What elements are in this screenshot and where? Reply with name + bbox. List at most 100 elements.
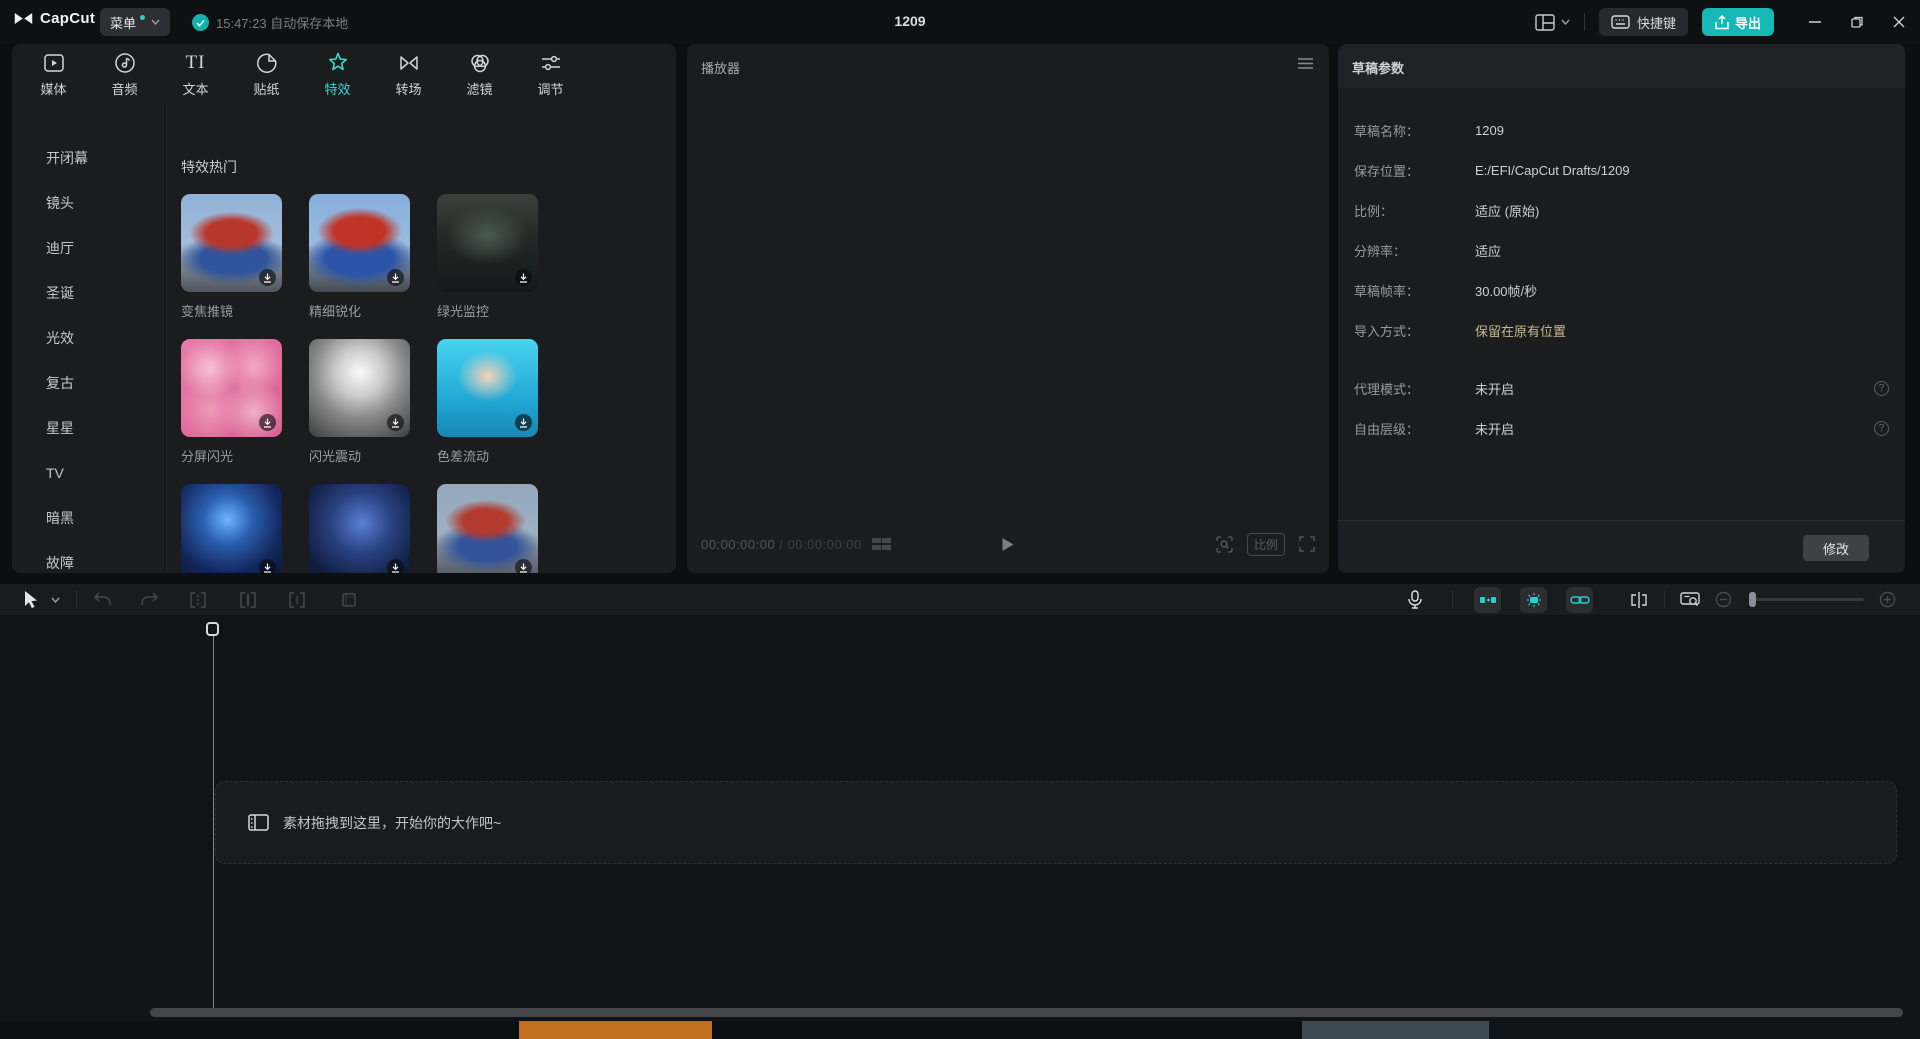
param-value: 适应: [1475, 241, 1501, 260]
player-header: 播放器: [687, 44, 1329, 88]
param-value: 30.00帧/秒: [1475, 281, 1537, 300]
effect-card[interactable]: 变焦推镜: [181, 194, 282, 339]
category-item[interactable]: 故障: [12, 541, 164, 573]
select-tool-icon[interactable]: [18, 584, 44, 615]
category-item[interactable]: 迪厅: [12, 226, 164, 271]
playhead-line[interactable]: [213, 625, 214, 1008]
category-item[interactable]: 复古: [12, 361, 164, 406]
category-item[interactable]: 镜头: [12, 181, 164, 226]
tab-sticker[interactable]: 贴纸: [231, 44, 302, 104]
close-button[interactable]: [1878, 0, 1920, 44]
crop-icon[interactable]: [337, 584, 361, 615]
modify-button[interactable]: 修改: [1803, 535, 1869, 561]
timeline-zoom-slider[interactable]: [1752, 598, 1864, 601]
tab-text[interactable]: TI 文本: [160, 44, 231, 104]
zoom-out-icon[interactable]: [1712, 584, 1734, 615]
help-icon[interactable]: ?: [1874, 421, 1889, 436]
download-icon[interactable]: [259, 559, 276, 573]
timeline-fit-icon[interactable]: [1676, 584, 1704, 615]
preview-axis-icon[interactable]: [1626, 584, 1652, 615]
effect-thumbnail[interactable]: [309, 339, 410, 437]
minimize-button[interactable]: [1794, 0, 1836, 44]
effect-card[interactable]: 闪光震动: [309, 339, 410, 484]
layout-panels-icon[interactable]: [1535, 14, 1555, 31]
tab-adjust[interactable]: 调节: [515, 44, 586, 104]
category-item[interactable]: 暗黑: [12, 496, 164, 541]
category-item[interactable]: TV: [12, 451, 164, 496]
timeline-area[interactable]: 素材拖拽到这里，开始你的大作吧~: [0, 615, 1920, 1021]
layout-chevron-icon[interactable]: [1561, 19, 1570, 25]
frame-preview-icon[interactable]: [872, 537, 892, 551]
category-item[interactable]: 光效: [12, 316, 164, 361]
category-item[interactable]: 星星: [12, 406, 164, 451]
zoom-slider-handle[interactable]: [1749, 592, 1756, 607]
category-item[interactable]: 圣诞: [12, 271, 164, 316]
download-icon[interactable]: [515, 269, 532, 286]
effect-thumbnail[interactable]: [181, 339, 282, 437]
effect-card[interactable]: 色差流动: [437, 339, 538, 484]
player-panel: 播放器 00:00:00:00 / 00:00:00:00 比例: [687, 44, 1329, 573]
app-name: CapCut: [40, 10, 95, 27]
effect-thumbnail[interactable]: [309, 194, 410, 292]
fullscreen-icon[interactable]: [1299, 536, 1315, 552]
download-icon[interactable]: [259, 414, 276, 431]
autosave-status: 15:47:23 自动保存本地: [192, 13, 348, 32]
param-label: 草稿名称：: [1338, 121, 1475, 140]
play-button[interactable]: [1002, 537, 1015, 552]
effect-thumbnail[interactable]: [181, 194, 282, 292]
split-icon[interactable]: [186, 584, 210, 615]
zoom-fit-icon[interactable]: [1216, 536, 1233, 553]
tab-audio[interactable]: 音频: [89, 44, 160, 104]
link-clips-toggle[interactable]: [1566, 587, 1593, 613]
effects-grid: 变焦推镜 精细锐化 绿光监控: [181, 194, 538, 573]
select-tool-chevron-icon[interactable]: [47, 584, 63, 615]
download-icon[interactable]: [515, 559, 532, 573]
param-row-freelayer: 自由层级： 未开启 ?: [1338, 408, 1905, 448]
effect-thumbnail[interactable]: [437, 484, 538, 573]
download-icon[interactable]: [387, 559, 404, 573]
effect-thumbnail[interactable]: [437, 194, 538, 292]
tab-media[interactable]: 媒体: [18, 44, 89, 104]
effect-thumbnail[interactable]: [181, 484, 282, 573]
tab-filter[interactable]: 滤镜: [444, 44, 515, 104]
record-audio-icon[interactable]: [1402, 584, 1428, 615]
menu-button[interactable]: 菜单: [100, 8, 170, 36]
category-item[interactable]: 开闭幕: [12, 136, 164, 181]
delete-left-icon[interactable]: [236, 584, 260, 615]
linkage-toggle[interactable]: [1520, 587, 1547, 613]
export-button[interactable]: 导出: [1702, 8, 1774, 36]
tab-transition[interactable]: 转场: [373, 44, 444, 104]
playhead-handle[interactable]: [206, 622, 219, 636]
download-icon[interactable]: [387, 269, 404, 286]
param-label: 自由层级：: [1338, 419, 1475, 438]
auto-snap-toggle[interactable]: [1474, 587, 1501, 613]
effect-thumbnail[interactable]: [437, 339, 538, 437]
help-icon[interactable]: ?: [1874, 381, 1889, 396]
timeline-horizontal-scrollbar[interactable]: [150, 1008, 1903, 1017]
shortcuts-button[interactable]: 快捷键: [1599, 8, 1688, 36]
player-menu-icon[interactable]: [1298, 58, 1313, 69]
effect-card[interactable]: 表面模糊: [437, 484, 538, 573]
zoom-in-icon[interactable]: [1876, 584, 1898, 615]
effect-thumbnail[interactable]: [309, 484, 410, 573]
download-icon[interactable]: [515, 414, 532, 431]
redo-icon[interactable]: [138, 584, 162, 615]
undo-icon[interactable]: [90, 584, 114, 615]
download-icon[interactable]: [387, 414, 404, 431]
media-drop-zone[interactable]: 素材拖拽到这里，开始你的大作吧~: [215, 781, 1897, 864]
param-value: E:/EFI/CapCut Drafts/1209: [1475, 163, 1630, 178]
delete-right-icon[interactable]: [285, 584, 309, 615]
ratio-button[interactable]: 比例: [1247, 533, 1285, 556]
effect-card[interactable]: 绿光监控: [437, 194, 538, 339]
effect-card[interactable]: 精细锐化: [309, 194, 410, 339]
effect-card[interactable]: 光谱扫描: [309, 484, 410, 573]
autosave-text: 15:47:23 自动保存本地: [216, 13, 348, 32]
timeline-toolbar: [0, 584, 1920, 615]
restore-button[interactable]: [1836, 0, 1878, 44]
effect-card[interactable]: 蓝光扫描: [181, 484, 282, 573]
effect-card[interactable]: 分屏闪光: [181, 339, 282, 484]
tab-effects[interactable]: 特效: [302, 44, 373, 104]
draft-params-panel: 草稿参数 草稿名称： 1209 保存位置： E:/EFI/CapCut Draf…: [1338, 44, 1905, 573]
shortcuts-label: 快捷键: [1637, 13, 1676, 32]
download-icon[interactable]: [259, 269, 276, 286]
